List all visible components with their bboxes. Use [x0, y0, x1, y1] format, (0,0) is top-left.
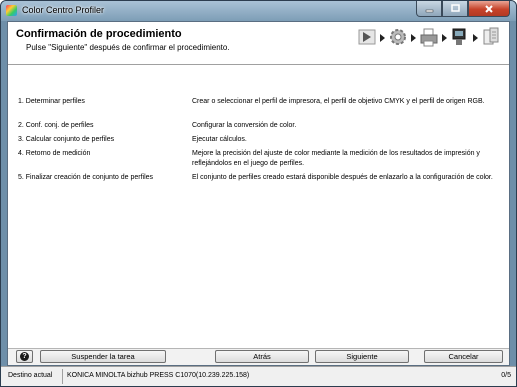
- minimize-button[interactable]: [416, 1, 442, 17]
- procedure-step-description: El conjunto de perfiles creado estará di…: [192, 174, 493, 181]
- step-arrow-icon: [473, 34, 478, 42]
- client-area: Confirmación de procedimiento Pulse "Sig…: [7, 21, 510, 366]
- help-button[interactable]: ?: [16, 350, 33, 363]
- color-set-icon: [483, 27, 499, 45]
- current-target-value: KONICA MINOLTA bizhub PRESS C1070(10.239…: [67, 372, 250, 379]
- close-icon: [485, 4, 493, 13]
- procedure-step-description: Ejecutar cálculos.: [192, 136, 247, 143]
- app-window: Color Centro Profiler Confirmación de pr…: [0, 0, 517, 387]
- gear-icon: [390, 29, 406, 45]
- step-arrow-icon: [442, 34, 447, 42]
- title-bar[interactable]: Color Centro Profiler: [1, 1, 516, 21]
- printer-icon: [420, 28, 438, 47]
- page-title: Confirmación de procedimiento: [16, 28, 182, 40]
- procedure-step-name: 2. Conf. conj. de perfiles: [18, 122, 94, 129]
- step-arrow-icon: [380, 34, 385, 42]
- step-arrow-icon: [411, 34, 416, 42]
- procedure-step-description: Mejore la precisión del ajuste de color …: [192, 150, 480, 167]
- progress-count: 0/5: [501, 372, 511, 379]
- step-indicator: [356, 26, 506, 48]
- procedure-list: 1. Determinar perfiles Crear o seleccion…: [8, 65, 509, 349]
- button-bar: ? Suspender la tarea Atrás Siguiente Can…: [8, 349, 509, 366]
- cancel-button[interactable]: Cancelar: [424, 350, 503, 363]
- current-target-label: Destino actual: [8, 372, 53, 379]
- procedure-step-name: 1. Determinar perfiles: [18, 98, 85, 105]
- next-button[interactable]: Siguiente: [315, 350, 409, 363]
- close-button[interactable]: [468, 1, 510, 17]
- procedure-step-name: 5. Finalizar creación de conjunto de per…: [18, 174, 154, 181]
- window-controls: [416, 1, 510, 17]
- procedure-step-description: Crear o seleccionar el perfil de impreso…: [192, 98, 485, 105]
- procedure-step-name: 3. Calcular conjunto de perfiles: [18, 136, 115, 143]
- procedure-step-description: Configurar la conversión de color.: [192, 122, 297, 129]
- help-icon: ?: [20, 352, 29, 361]
- procedure-step-name: 4. Retorno de medición: [18, 150, 91, 157]
- maximize-button[interactable]: [442, 1, 468, 17]
- status-divider: [62, 369, 63, 384]
- back-button[interactable]: Atrás: [215, 350, 309, 363]
- minimize-icon: [425, 9, 433, 13]
- maximize-icon: [450, 4, 460, 12]
- play-icon: [358, 29, 376, 45]
- suspend-task-button[interactable]: Suspender la tarea: [40, 350, 166, 363]
- page-header: Confirmación de procedimiento Pulse "Sig…: [8, 22, 509, 65]
- measurement-icon: [452, 28, 466, 45]
- window-title: Color Centro Profiler: [22, 5, 105, 15]
- status-bar: Destino actual KONICA MINOLTA bizhub PRE…: [1, 366, 516, 386]
- app-icon: [6, 5, 17, 16]
- page-subtitle: Pulse "Siguiente" después de confirmar e…: [26, 43, 230, 52]
